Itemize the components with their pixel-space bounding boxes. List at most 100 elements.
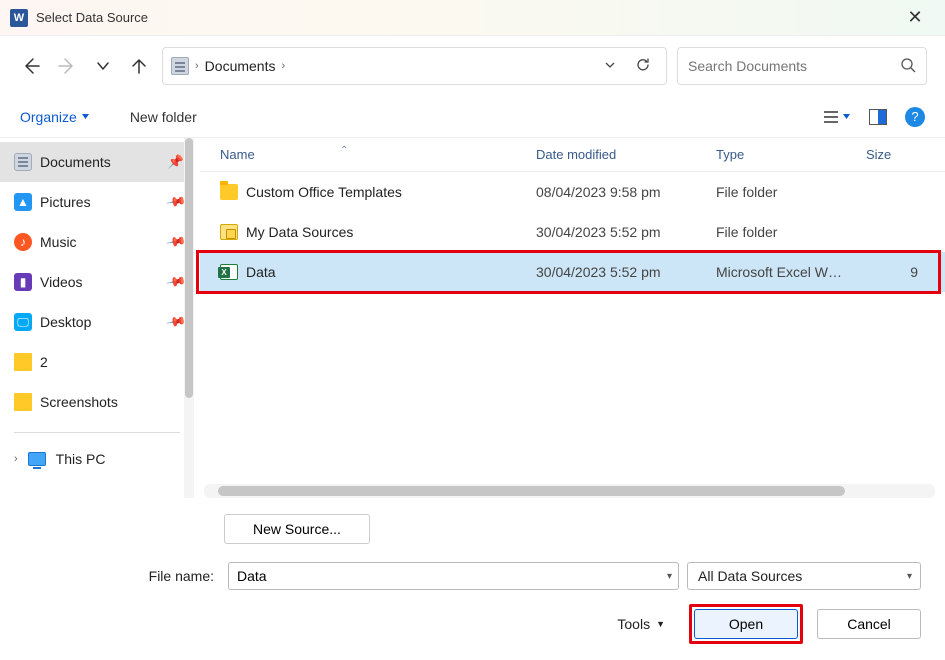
chevron-down-icon <box>81 112 90 121</box>
chevron-down-icon[interactable]: ▾ <box>667 571 672 582</box>
chevron-down-icon: ▼ <box>656 619 665 629</box>
desktop-icon: 🖵 <box>14 313 32 331</box>
arrow-right-icon <box>57 56 77 76</box>
dialog-title: Select Data Source <box>36 10 148 25</box>
arrow-left-icon <box>21 56 41 76</box>
file-list: Name⌃ Date modified Type Size Custom Off… <box>194 138 945 498</box>
sidebar-item-desktop[interactable]: 🖵 Desktop 📌 <box>0 302 194 342</box>
help-button[interactable]: ? <box>905 107 925 127</box>
file-type: File folder <box>716 184 866 200</box>
sidebar-scrollbar[interactable] <box>184 138 194 498</box>
data-sources-folder-icon <box>220 224 238 240</box>
file-date: 08/04/2023 9:58 pm <box>536 184 716 200</box>
file-row[interactable]: Custom Office Templates 08/04/2023 9:58 … <box>200 172 945 212</box>
sidebar-item-label: Documents <box>40 154 111 170</box>
file-size: 9 <box>866 264 926 280</box>
sidebar-item-music[interactable]: ♪ Music 📌 <box>0 222 194 262</box>
new-source-button[interactable]: New Source... <box>224 514 370 544</box>
pin-icon[interactable]: 📌 <box>168 154 184 170</box>
this-pc-icon <box>28 452 46 466</box>
sidebar-item-label: 2 <box>40 354 48 370</box>
documents-icon <box>14 153 32 171</box>
annotation-highlight-box: Open <box>689 604 803 644</box>
nav-row: › Documents › <box>0 36 945 96</box>
address-bar[interactable]: › Documents › <box>162 47 667 85</box>
tools-menu[interactable]: Tools▼ <box>617 616 665 632</box>
folder-icon <box>14 353 32 371</box>
file-name: Data <box>246 264 276 280</box>
search-box[interactable] <box>677 47 927 85</box>
sidebar-item-documents[interactable]: Documents 📌 <box>0 142 194 182</box>
sidebar: Documents 📌 ▲ Pictures 📌 ♪ Music 📌 ▮ Vid… <box>0 138 194 498</box>
music-icon: ♪ <box>14 233 32 251</box>
file-type: File folder <box>716 224 866 240</box>
word-app-icon: W <box>10 9 28 27</box>
horizontal-scrollbar[interactable] <box>204 484 935 498</box>
list-icon <box>822 109 840 125</box>
sidebar-item-pictures[interactable]: ▲ Pictures 📌 <box>0 182 194 222</box>
column-header-date[interactable]: Date modified <box>536 147 716 162</box>
videos-icon: ▮ <box>14 273 32 291</box>
column-header-type[interactable]: Type <box>716 147 866 162</box>
column-header-name[interactable]: Name⌃ <box>220 147 536 162</box>
forward-button[interactable] <box>54 53 80 79</box>
folder-icon <box>14 393 32 411</box>
title-bar: W Select Data Source ✕ <box>0 0 945 36</box>
file-date: 30/04/2023 5:52 pm <box>536 224 716 240</box>
chevron-down-icon <box>842 112 851 121</box>
file-name-label: File name: <box>24 568 220 584</box>
column-headers: Name⌃ Date modified Type Size <box>200 138 945 172</box>
expand-chevron-icon[interactable]: › <box>14 453 18 465</box>
up-button[interactable] <box>126 53 152 79</box>
chevron-down-icon <box>604 59 616 71</box>
file-row[interactable]: My Data Sources 30/04/2023 5:52 pm File … <box>200 212 945 252</box>
search-icon[interactable] <box>900 57 916 76</box>
documents-icon <box>171 57 189 75</box>
path-segment[interactable]: Documents <box>205 58 276 74</box>
file-type-filter[interactable]: All Data Sources ▾ <box>687 562 921 590</box>
sidebar-item-this-pc[interactable]: › This PC <box>0 439 194 479</box>
file-type: Microsoft Excel W… <box>716 264 866 280</box>
sidebar-item-videos[interactable]: ▮ Videos 📌 <box>0 262 194 302</box>
chevron-down-icon: ▾ <box>907 571 912 582</box>
sidebar-item-label: Screenshots <box>40 394 118 410</box>
path-chevron-icon[interactable]: › <box>195 60 199 72</box>
file-row-selected[interactable]: Data 30/04/2023 5:52 pm Microsoft Excel … <box>200 252 945 292</box>
main-area: Documents 📌 ▲ Pictures 📌 ♪ Music 📌 ▮ Vid… <box>0 138 945 498</box>
sort-asc-icon: ⌃ <box>340 145 348 156</box>
organize-menu[interactable]: Organize <box>20 109 90 125</box>
view-mode-button[interactable] <box>822 109 851 125</box>
back-button[interactable] <box>18 53 44 79</box>
excel-file-icon <box>220 264 238 280</box>
sidebar-separator <box>14 432 180 433</box>
arrow-up-icon <box>129 56 149 76</box>
column-header-size[interactable]: Size <box>866 147 926 162</box>
sidebar-item-folder-2[interactable]: 2 <box>0 342 194 382</box>
sidebar-item-label: Videos <box>40 274 83 290</box>
address-history-button[interactable] <box>598 59 622 74</box>
folder-icon <box>220 184 238 200</box>
path-chevron-icon[interactable]: › <box>281 60 285 72</box>
sidebar-item-label: This PC <box>56 451 106 467</box>
file-name-combo[interactable]: ▾ <box>228 562 679 590</box>
chevron-down-icon <box>96 59 110 73</box>
filter-label: All Data Sources <box>698 568 802 584</box>
sidebar-item-label: Desktop <box>40 314 91 330</box>
preview-pane-button[interactable] <box>869 109 887 125</box>
search-input[interactable] <box>688 58 900 74</box>
file-name: My Data Sources <box>246 224 353 240</box>
sidebar-item-label: Music <box>40 234 77 250</box>
recent-locations-button[interactable] <box>90 53 116 79</box>
bottom-panel: New Source... File name: ▾ All Data Sour… <box>0 498 945 660</box>
sidebar-item-screenshots[interactable]: Screenshots <box>0 382 194 422</box>
refresh-button[interactable] <box>628 56 658 77</box>
toolbar: Organize New folder ? <box>0 96 945 138</box>
close-button[interactable]: ✕ <box>895 7 935 28</box>
file-name: Custom Office Templates <box>246 184 402 200</box>
new-folder-button[interactable]: New folder <box>130 109 197 125</box>
sidebar-item-label: Pictures <box>40 194 91 210</box>
file-name-input[interactable] <box>237 568 670 584</box>
pictures-icon: ▲ <box>14 193 32 211</box>
file-date: 30/04/2023 5:52 pm <box>536 264 716 280</box>
refresh-icon <box>634 56 652 74</box>
